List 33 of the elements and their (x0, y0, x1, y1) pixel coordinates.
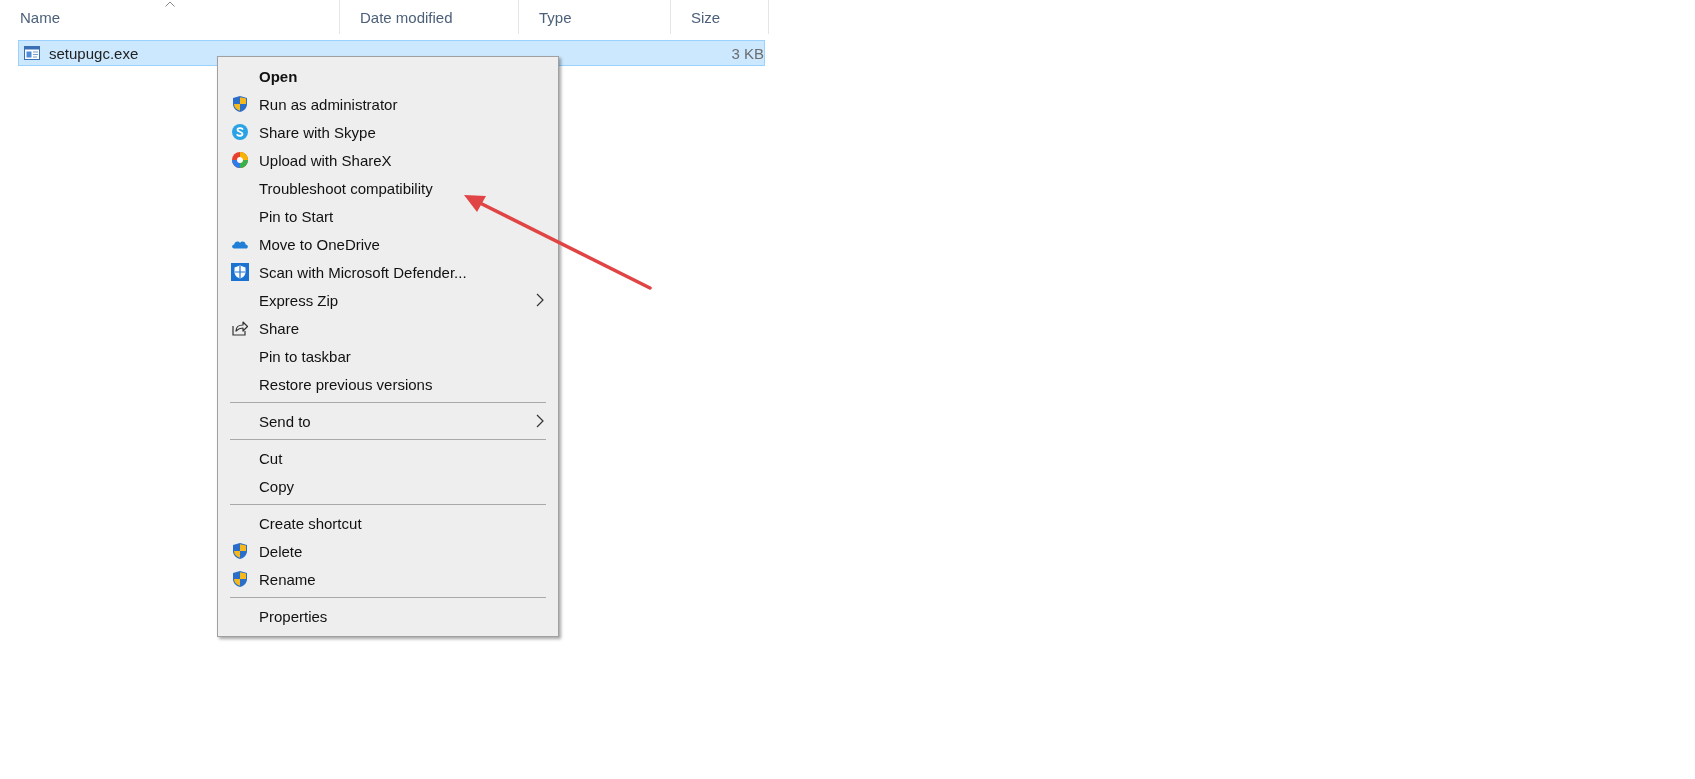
sharex-icon (231, 151, 249, 169)
defender-icon (231, 263, 249, 281)
menu-item[interactable]: Upload with ShareX (220, 146, 556, 174)
cloud-icon (231, 241, 249, 249)
menu-item[interactable]: Move to OneDrive (220, 230, 556, 258)
menu-item[interactable]: Share with Skype (220, 118, 556, 146)
menu-item[interactable]: Express Zip (220, 286, 556, 314)
menu-item[interactable]: Scan with Microsoft Defender... (220, 258, 556, 286)
shield-icon (231, 570, 249, 588)
menu-item[interactable]: Troubleshoot compatibility (220, 174, 556, 202)
application-file-icon (24, 46, 40, 60)
menu-item[interactable]: Share (220, 314, 556, 342)
menu-item[interactable]: Rename (220, 565, 556, 593)
shield-icon (231, 542, 249, 560)
column-header[interactable]: Date modified (340, 0, 519, 34)
menu-item[interactable]: Create shortcut (220, 509, 556, 537)
share-icon (231, 319, 249, 337)
menu-item[interactable]: Properties (220, 602, 556, 630)
skype-icon (231, 123, 249, 141)
column-header[interactable]: Size (671, 0, 769, 34)
column-header[interactable]: Type (519, 0, 671, 34)
menu-item[interactable]: Run as administrator (220, 90, 556, 118)
menu-item[interactable]: Send to (220, 407, 556, 435)
menu-item[interactable]: Delete (220, 537, 556, 565)
menu-item[interactable]: Pin to Start (220, 202, 556, 230)
menu-item[interactable]: Copy (220, 472, 556, 500)
file-size: 3 KB (730, 44, 764, 62)
menu-item[interactable]: Cut (220, 444, 556, 472)
file-name: setupugc.exe (48, 44, 139, 62)
shield-icon (231, 95, 249, 113)
menu-item[interactable]: Pin to taskbar (220, 342, 556, 370)
menu-item[interactable]: Restore previous versions (220, 370, 556, 398)
column-header[interactable]: Name (0, 0, 340, 34)
